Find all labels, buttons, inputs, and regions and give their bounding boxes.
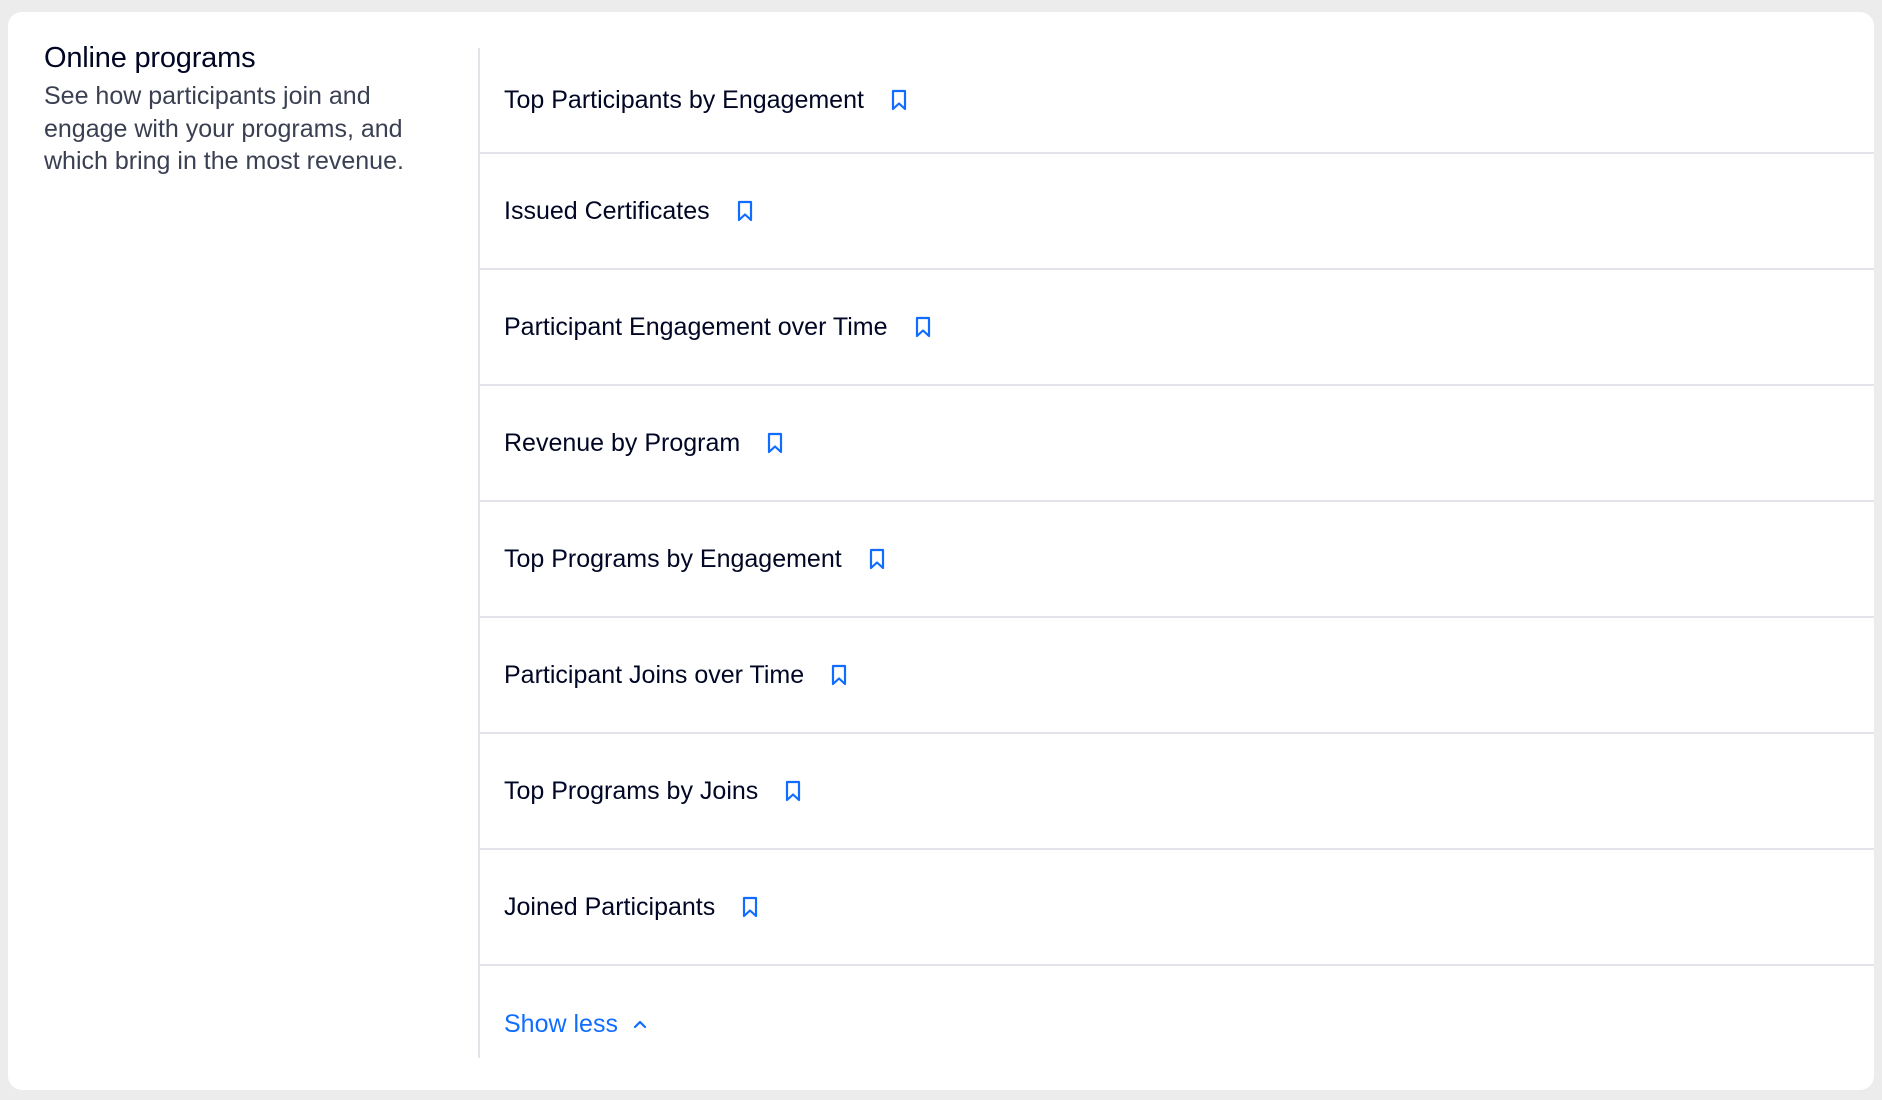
bookmark-icon[interactable] [782,778,804,804]
section-info: Online programs See how participants joi… [44,40,444,178]
report-name[interactable]: Revenue by Program [504,428,740,458]
report-row-top-programs-by-joins[interactable]: Top Programs by Joins [480,734,1874,850]
report-name[interactable]: Participant Joins over Time [504,660,804,690]
section-title: Online programs [44,42,256,74]
report-row-top-programs-by-engagement[interactable]: Top Programs by Engagement [480,502,1874,618]
report-row-participant-engagement-over-time[interactable]: Participant Engagement over Time [480,270,1874,386]
report-list: Top Participants by Engagement Issued Ce… [478,48,1874,1058]
report-name[interactable]: Top Programs by Joins [504,776,758,806]
report-row-top-participants-by-engagement[interactable]: Top Participants by Engagement [480,48,1874,154]
report-row-revenue-by-program[interactable]: Revenue by Program [480,386,1874,502]
chevron-up-icon[interactable] [632,1018,648,1030]
bookmark-icon[interactable] [734,198,756,224]
report-row-issued-certificates[interactable]: Issued Certificates [480,154,1874,270]
show-less-label[interactable]: Show less [504,1009,618,1039]
bookmark-icon[interactable] [866,546,888,572]
report-name[interactable]: Joined Participants [504,892,715,922]
bookmark-icon[interactable] [888,87,910,113]
report-row-joined-participants[interactable]: Joined Participants [480,850,1874,966]
report-name[interactable]: Participant Engagement over Time [504,312,888,342]
report-name[interactable]: Top Participants by Engagement [504,85,864,115]
bookmark-icon[interactable] [739,894,761,920]
report-name[interactable]: Top Programs by Engagement [504,544,842,574]
section-description: See how participants join and engage wit… [44,82,404,175]
report-row-participant-joins-over-time[interactable]: Participant Joins over Time [480,618,1874,734]
report-name[interactable]: Issued Certificates [504,196,710,226]
bookmark-icon[interactable] [764,430,786,456]
bookmark-icon[interactable] [912,314,934,340]
online-programs-card: Online programs See how participants joi… [8,12,1874,1090]
bookmark-icon[interactable] [828,662,850,688]
show-less-button[interactable]: Show less [480,966,1874,1082]
